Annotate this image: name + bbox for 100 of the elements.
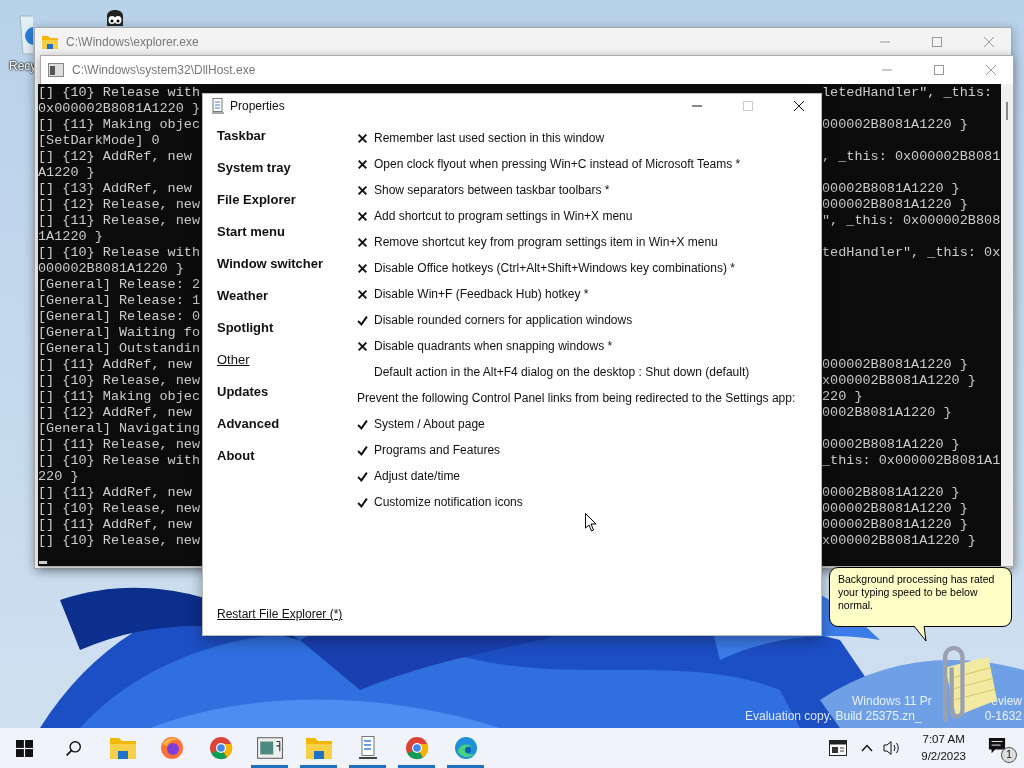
console-line: 000002B8081A1220 } — [822, 197, 968, 213]
cross-icon[interactable] — [357, 340, 368, 352]
console-line: 000002B8081A1220 } — [822, 517, 968, 533]
option-label[interactable]: Programs and Features — [374, 443, 501, 457]
clock-date[interactable]: 9/2/2023 — [921, 748, 966, 765]
close-icon[interactable] — [794, 101, 804, 111]
console-line: 0x000002B8081A1220 } — [38, 101, 201, 117]
option-label[interactable]: System / About page — [374, 417, 485, 431]
console-line: _this: 0x000002B8081A1 — [822, 453, 1001, 469]
running-indicator — [447, 765, 484, 768]
option-label[interactable]: Remove shortcut key from program settings item in Win+X menu — [374, 235, 718, 249]
console-line: [General] Waiting fo — [38, 325, 201, 341]
console-line: 000002B8081A1220 } — [822, 357, 968, 373]
app-window-icon — [256, 736, 283, 760]
console-line: 000002B8081A1220 } — [822, 117, 968, 133]
sidebar-item[interactable]: Start menu — [217, 223, 285, 255]
speaker-icon[interactable] — [883, 740, 902, 756]
balloon-text: Background processing has rated your typing speed to be below normal. — [838, 573, 996, 612]
check-icon[interactable] — [357, 444, 368, 456]
option-label[interactable]: Disable Office hotkeys (Ctrl+Alt+Shift+Windows key combinations) * — [374, 261, 735, 275]
cross-icon[interactable] — [357, 210, 368, 222]
maximize-icon[interactable] — [934, 65, 944, 75]
option-label[interactable]: Open clock flyout when pressing Win+C instead of Microsoft Teams * — [374, 157, 741, 171]
console-line: [] {10} Release with — [38, 453, 201, 469]
scrollbar[interactable] — [1001, 84, 1013, 566]
option-label[interactable]: Disable quadrants when snapping windows * — [374, 339, 613, 353]
console-line: A1220 } — [38, 165, 95, 181]
cross-icon[interactable] — [357, 184, 368, 196]
sidebar-item[interactable]: Weather — [217, 287, 269, 319]
console-line: [] {11} AddRef, new — [38, 517, 192, 533]
sidebar-item[interactable]: Advanced — [217, 415, 280, 447]
running-indicator — [398, 765, 435, 768]
option-label[interactable]: Disable rounded corners for application windows — [374, 313, 633, 327]
console-icon — [48, 63, 64, 77]
console-line: letedHandler", _this: — [822, 85, 993, 101]
restart-link[interactable]: Restart File Explorer (*) — [217, 607, 343, 621]
folder-icon — [109, 736, 136, 760]
running-indicator — [300, 765, 337, 768]
sidebar-item[interactable]: File Explorer — [217, 191, 296, 223]
folder-icon — [42, 35, 58, 49]
console-line: [] {12} AddRef, new — [38, 405, 192, 421]
console-line: [] {11} Release, new — [38, 437, 201, 453]
text-cursor — [39, 561, 47, 564]
check-icon[interactable] — [357, 418, 368, 430]
console-line: ", _this: 0x000002B808 — [822, 213, 1001, 229]
console-line: [] {11} AddRef, new — [38, 357, 192, 373]
option-label[interactable]: Disable Win+F (Feedback Hub) hotkey * — [374, 287, 589, 301]
sidebar-item[interactable]: Window switcher — [217, 255, 324, 287]
sidebar-item[interactable]: Updates — [217, 383, 269, 415]
option-label[interactable]: Add shortcut to program settings in Win+X menu — [374, 209, 633, 223]
browser-icon — [158, 736, 185, 760]
console-line: [] {11} Release, new — [38, 213, 201, 229]
console-line: , _this: 0x000002B8081 — [822, 149, 1001, 165]
windows-logo-icon — [16, 739, 33, 757]
maximize-icon[interactable] — [932, 37, 942, 47]
scrollbar-thumb[interactable] — [1006, 102, 1008, 120]
clock-time[interactable]: 7:07 AM — [922, 731, 965, 748]
chevron-up-icon[interactable] — [861, 744, 874, 752]
console-line: [] {11} Making objec — [38, 117, 201, 133]
cross-icon[interactable] — [357, 288, 368, 300]
check-icon[interactable] — [357, 470, 368, 482]
sidebar-item[interactable]: System tray — [217, 159, 291, 191]
console-line: x000002B8081A1220 } — [822, 373, 976, 389]
option-label[interactable]: Default action in the Alt+F4 dialog on the desktop : Shut down (default) — [374, 365, 750, 379]
sidebar-item[interactable]: Other — [217, 351, 250, 383]
console-line: tedHandler", _this: 0x — [822, 245, 1001, 261]
console-line: x000002B8081A1220 } — [822, 533, 976, 549]
cross-icon[interactable] — [357, 262, 368, 274]
sidebar-item[interactable]: Taskbar — [217, 127, 266, 159]
console-line: [] {12} AddRef, new — [38, 149, 192, 165]
notification-icon[interactable] — [988, 737, 1006, 755]
sidebar-item[interactable]: About — [217, 447, 255, 479]
console-line: [] {13} AddRef, new — [38, 181, 192, 197]
console-line: [] {11} AddRef, new — [38, 485, 192, 501]
sidebar-item[interactable]: Spotlight — [217, 319, 274, 351]
cross-icon[interactable] — [357, 158, 368, 170]
watermark-text: Evaluation copy. Build 25375.zn_ — [745, 709, 922, 723]
browser-icon — [452, 736, 479, 760]
console-line: 00002B8081A1220 } — [822, 485, 960, 501]
watermark-text: Windows 11 Pr — [852, 694, 932, 708]
check-icon[interactable] — [357, 496, 368, 508]
option-label[interactable]: Remember last used section in this window — [374, 131, 605, 145]
console-line: [] {11} Making objec — [38, 389, 201, 405]
console-line: [General] Outstandin — [38, 341, 201, 357]
option-label[interactable]: Show separators between taskbar toolbars * — [374, 183, 610, 197]
browser-icon — [403, 736, 430, 760]
console-line: [SetDarkMode] 0 — [38, 133, 160, 149]
notification-badge: 1 — [1001, 747, 1017, 763]
cross-icon[interactable] — [357, 132, 368, 144]
running-indicator — [251, 765, 288, 768]
option-label[interactable]: Adjust date/time — [374, 469, 461, 483]
console-line: [] {10} Release, new — [38, 501, 201, 517]
option-label[interactable]: Customize notification icons — [374, 495, 523, 509]
news-widget-icon[interactable] — [829, 740, 848, 756]
cross-icon[interactable] — [357, 236, 368, 248]
dialog-title: Properties — [230, 99, 285, 113]
console-line: [] {10} Release, new — [38, 533, 201, 549]
check-icon[interactable] — [357, 314, 368, 326]
browser-icon — [207, 736, 234, 760]
running-indicator — [349, 765, 386, 768]
